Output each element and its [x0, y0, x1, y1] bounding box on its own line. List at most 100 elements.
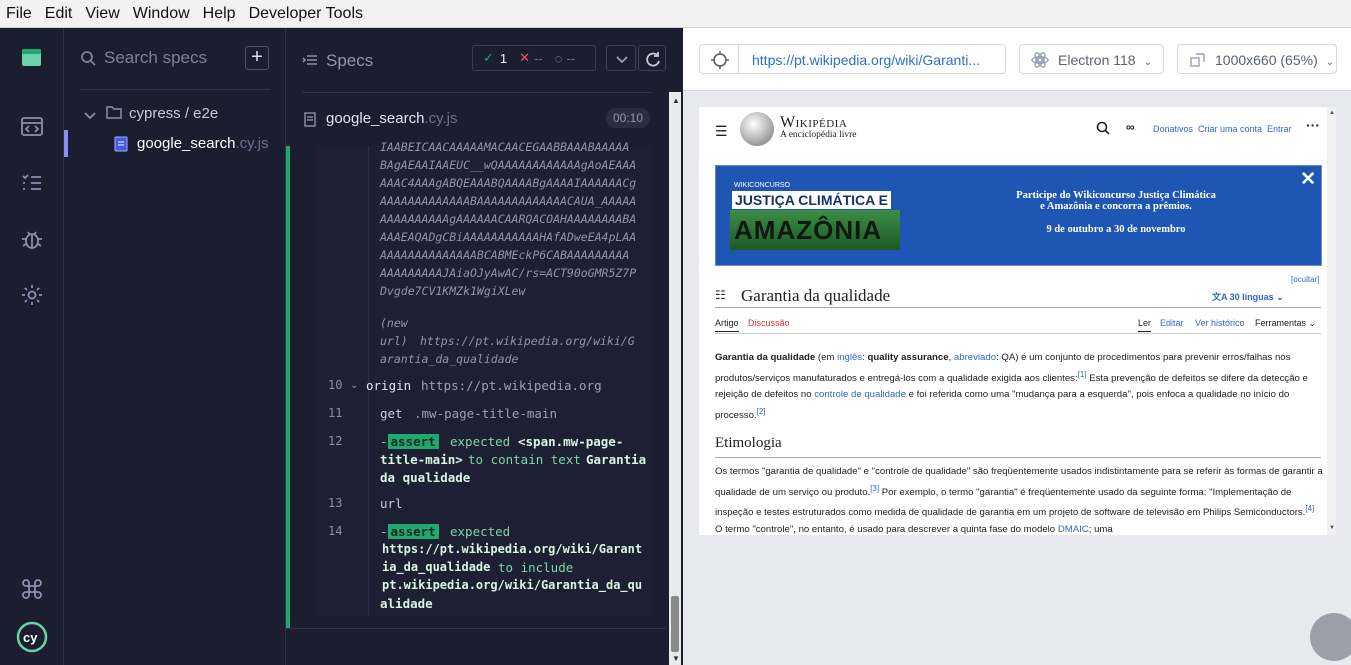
tab-history[interactable]: Ver histórico [1195, 318, 1245, 328]
menu-help[interactable]: Help [203, 5, 236, 23]
debug-bug-icon[interactable] [20, 227, 44, 251]
assert-word: expected [450, 524, 511, 539]
new-url-label: (new [380, 316, 408, 330]
reporter-scrollbar[interactable]: ▲ ▼ [669, 92, 681, 665]
spec-file-name: google_search [137, 135, 236, 152]
url-bar[interactable]: https://pt.wikipedia.org/wiki/Garanti... [739, 44, 1006, 74]
link-controle-qualidade[interactable]: controle de qualidade [814, 389, 906, 400]
specs-list-icon[interactable] [20, 171, 44, 195]
menu-view[interactable]: View [85, 5, 119, 23]
hamburger-menu-icon[interactable]: ☰ [715, 123, 728, 140]
donate-link[interactable]: Donativos [1153, 124, 1193, 134]
blob-line: BAgAEAAIAAEUC__wQAAAAAAAAAAAAgAoAEAAA [380, 158, 637, 172]
collapse-button[interactable] [606, 45, 636, 71]
failed-count: -- [534, 50, 543, 66]
chevron-down-icon[interactable] [84, 108, 96, 126]
reload-icon [646, 52, 660, 67]
reporter-title: Specs [326, 51, 374, 70]
article-title: Garantia da qualidade [741, 286, 891, 305]
ref-link[interactable]: [1] [1078, 370, 1087, 379]
blob-line: Dvgde7CV1KMZk1WgiXLew [380, 284, 526, 298]
assert-word: expected [450, 434, 511, 449]
failed-x-icon: ✕ [519, 50, 531, 65]
menu-developer-tools[interactable]: Developer Tools [249, 5, 363, 23]
spec-ext: .cy.js [424, 110, 458, 127]
specs-toggle-icon[interactable] [302, 53, 318, 72]
project-icon[interactable] [20, 46, 44, 70]
hide-banner-link[interactable]: [ocultar] [1291, 275, 1319, 284]
wiki-search-icon[interactable] [1096, 121, 1110, 140]
more-options-icon[interactable]: ··· [1306, 117, 1320, 133]
banner-line-2: e Amazônia e concorra a prêmios. [1040, 201, 1192, 212]
pending-circle-icon: ◌ [554, 50, 563, 66]
text: (em [815, 352, 838, 363]
link-ingles[interactable]: inglês [837, 352, 862, 363]
tab-edit[interactable]: Editar [1160, 318, 1184, 328]
menu-file[interactable]: File [6, 5, 32, 23]
intro-paragraph: Garantia da qualidade (em inglês: qualit… [715, 350, 1323, 424]
selector-playground-button[interactable] [699, 44, 739, 74]
command-number: 11 [328, 406, 343, 420]
assert-value: ia_da_qualidade [382, 560, 491, 574]
app-under-test-panel: https://pt.wikipedia.org/wiki/Garanti...… [683, 28, 1351, 665]
ref-link[interactable]: [2] [757, 407, 766, 416]
ref-link[interactable]: [4] [1305, 504, 1314, 513]
duration-badge: 00:10 [606, 108, 650, 128]
assert-word: to include [498, 560, 574, 575]
command-arg: https://pt.wikipedia.org [421, 378, 602, 393]
blob-line: AAAAAAAAAAAAABAAAAAAAAAAAAACAUA_AAAAA [380, 194, 637, 208]
blob-line: AAAC4AAAgABQEAAABQAAAABgAAAAIAAAAAACg [380, 176, 637, 190]
language-selector[interactable]: 文A 30 línguas ⌄ [1212, 290, 1284, 303]
folder-label[interactable]: cypress / e2e [129, 105, 218, 122]
passed-check-icon: ✓ [483, 50, 494, 65]
create-account-link[interactable]: Criar uma conta [1198, 124, 1262, 134]
iframe-scrollbar[interactable]: ▲ ▼ [1327, 107, 1336, 535]
banner-close-icon[interactable]: ✕ [1300, 168, 1316, 191]
runs-icon[interactable] [20, 115, 44, 139]
infinity-icon[interactable]: ∞ [1126, 120, 1135, 134]
link-dmaic[interactable]: DMAIC [1058, 524, 1089, 535]
link-abreviado[interactable]: abreviado [954, 352, 996, 363]
new-spec-button[interactable]: + [245, 46, 269, 70]
spec-file-icon [304, 112, 316, 132]
login-link[interactable]: Entrar [1267, 124, 1292, 134]
settings-gear-icon[interactable] [20, 283, 44, 307]
search-specs-input[interactable]: Search specs [104, 48, 207, 68]
command-arg: .mw-page-title-main [414, 406, 557, 421]
banner-headline: JUSTIÇA CLIMÁTICA E [732, 191, 891, 209]
browser-selector[interactable]: Electron 118 ⌄ [1019, 44, 1164, 74]
assert-value: https://pt.wikipedia.org/wiki/Garant [382, 542, 643, 556]
blob-line: IAABEICAACAAAAAMACAACEGAABBAAABAAAAA [380, 140, 630, 154]
spec-file-icon [114, 136, 128, 157]
menu-window[interactable]: Window [133, 5, 190, 23]
spec-name: google_search [326, 110, 425, 127]
bold-term: Garantia da qualidade [715, 352, 816, 363]
spec-file-item[interactable]: google_search.cy.js [137, 135, 268, 152]
keyboard-shortcuts-icon[interactable] [20, 577, 44, 601]
floating-circle-button[interactable] [1310, 613, 1351, 661]
tab-article[interactable]: Artigo [715, 318, 739, 332]
tools-label: Ferramentas [1255, 318, 1307, 328]
tab-tools[interactable]: Ferramentas ⌄ [1255, 318, 1316, 329]
text: ; uma [1088, 523, 1113, 535]
spec-file-ext: .cy.js [235, 135, 269, 152]
menu-edit[interactable]: Edit [45, 5, 73, 23]
viewport-info[interactable]: 1000x660 (65%) ⌄ [1177, 44, 1337, 74]
assert-tag: assert [387, 434, 439, 449]
text: O termo "controle", no entanto, é usado … [715, 523, 1058, 535]
command-name: get [380, 406, 403, 421]
rerun-button[interactable] [638, 45, 666, 71]
table-of-contents-icon[interactable]: ☷ [715, 288, 726, 302]
new-url-value-1: https://pt.wikipedia.org/wiki/G [420, 334, 635, 348]
menu-bar: File Edit View Window Help Developer Too… [0, 0, 1351, 28]
ref-link[interactable]: [3] [870, 484, 879, 493]
chevron-down-icon [616, 56, 628, 64]
tab-read[interactable]: Ler [1138, 318, 1152, 332]
command-number: 14 [328, 524, 343, 538]
tab-talk[interactable]: Discussão [748, 318, 790, 328]
cypress-logo-icon: cy [16, 621, 48, 653]
aut-iframe[interactable]: ☰ Wikipédia A enciclopédia livre ∞ Donat… [699, 107, 1336, 535]
wikipedia-globe-logo[interactable] [740, 112, 774, 146]
contest-banner[interactable]: WIKICONCURSO JUSTIÇA CLIMÁTICA E AMAZÔNI… [715, 165, 1322, 266]
banner-amazonia: AMAZÔNIA [730, 210, 900, 250]
